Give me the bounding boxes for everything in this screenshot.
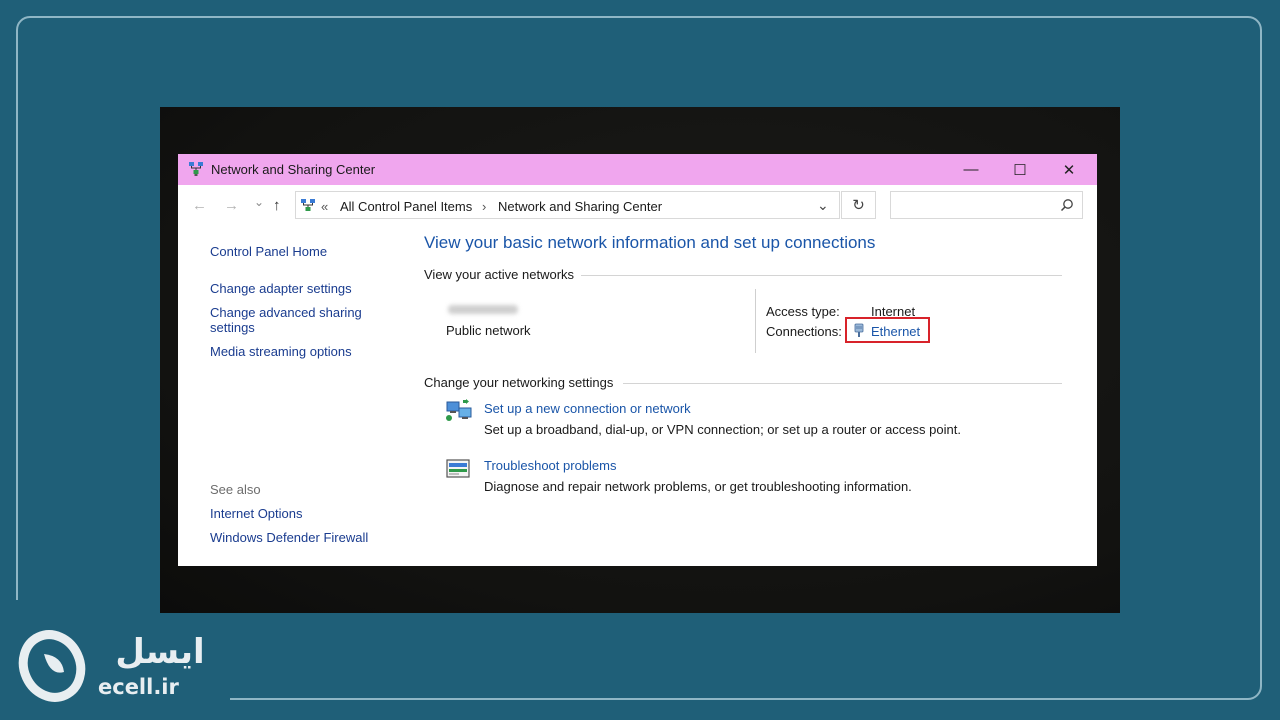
breadcrumb-overflow-icon[interactable]: « (321, 199, 328, 214)
brand-name-fa: ایسل (115, 632, 205, 672)
sidebar-item-change-advanced-sharing[interactable]: Change advanced sharing (210, 305, 362, 320)
search-icon (1060, 199, 1073, 212)
recent-locations-button[interactable]: ⌄ (254, 195, 264, 209)
forward-button[interactable]: → (224, 197, 239, 214)
up-button[interactable]: ↑ (273, 197, 281, 214)
sidebar-item-control-panel-home[interactable]: Control Panel Home (210, 244, 327, 259)
active-networks-divider (581, 275, 1062, 276)
title-bar[interactable]: Network and Sharing Center — ☐ ✕ (178, 154, 1097, 185)
change-settings-label: Change your networking settings (424, 375, 614, 390)
change-settings-divider (623, 383, 1062, 384)
sidebar-item-media-streaming[interactable]: Media streaming options (210, 344, 352, 359)
network-sharing-window: Network and Sharing Center — ☐ ✕ ← → ⌄ ↑… (178, 154, 1097, 566)
new-connection-icon (446, 399, 472, 421)
minimize-button[interactable]: — (948, 154, 994, 185)
back-button[interactable]: ← (192, 197, 207, 214)
active-networks-label: View your active networks (424, 267, 575, 282)
maximize-button[interactable]: ☐ (997, 154, 1043, 185)
troubleshoot-problems-description: Diagnose and repair network problems, or… (484, 479, 912, 494)
network-info-divider (755, 289, 756, 353)
network-name-redacted (448, 305, 518, 314)
setup-new-connection-description: Set up a broadband, dial-up, or VPN conn… (484, 422, 961, 437)
close-button[interactable]: ✕ (1046, 154, 1092, 185)
setup-new-connection-link[interactable]: Set up a new connection or network (484, 401, 691, 416)
control-panel-icon (301, 199, 315, 211)
ethernet-icon (854, 323, 864, 337)
breadcrumb-separator-icon[interactable]: › (482, 199, 486, 214)
breadcrumb-all-control-panel-items[interactable]: All Control Panel Items (340, 199, 472, 214)
connections-label: Connections: (766, 324, 842, 339)
troubleshoot-icon (446, 459, 470, 478)
access-type-label: Access type: (766, 304, 840, 319)
sidebar-item-windows-defender-firewall[interactable]: Windows Defender Firewall (210, 530, 368, 545)
search-input[interactable] (890, 191, 1083, 219)
network-center-icon (189, 162, 203, 176)
address-bar-row: ← → ⌄ ↑ « All Control Panel Items › Netw… (178, 189, 1097, 222)
address-box[interactable]: « All Control Panel Items › Network and … (295, 191, 840, 219)
sidebar-item-internet-options[interactable]: Internet Options (210, 506, 303, 521)
ecell-logo-icon (18, 630, 86, 702)
brand-domain: ecell.ir (98, 675, 179, 699)
ethernet-connection-link[interactable]: Ethernet (871, 324, 920, 339)
window-title: Network and Sharing Center (211, 162, 376, 177)
refresh-button[interactable]: ↻ (841, 191, 876, 219)
network-type: Public network (446, 323, 531, 338)
address-dropdown-icon[interactable]: ⌄ (817, 197, 829, 214)
sidebar-item-change-adapter-settings[interactable]: Change adapter settings (210, 281, 352, 296)
troubleshoot-problems-link[interactable]: Troubleshoot problems (484, 458, 616, 473)
breadcrumb-network-sharing-center[interactable]: Network and Sharing Center (498, 199, 662, 214)
see-also-label: See also (210, 482, 261, 497)
sidebar-item-change-advanced-sharing-cont[interactable]: settings (210, 320, 255, 335)
page-title: View your basic network information and … (424, 233, 876, 252)
